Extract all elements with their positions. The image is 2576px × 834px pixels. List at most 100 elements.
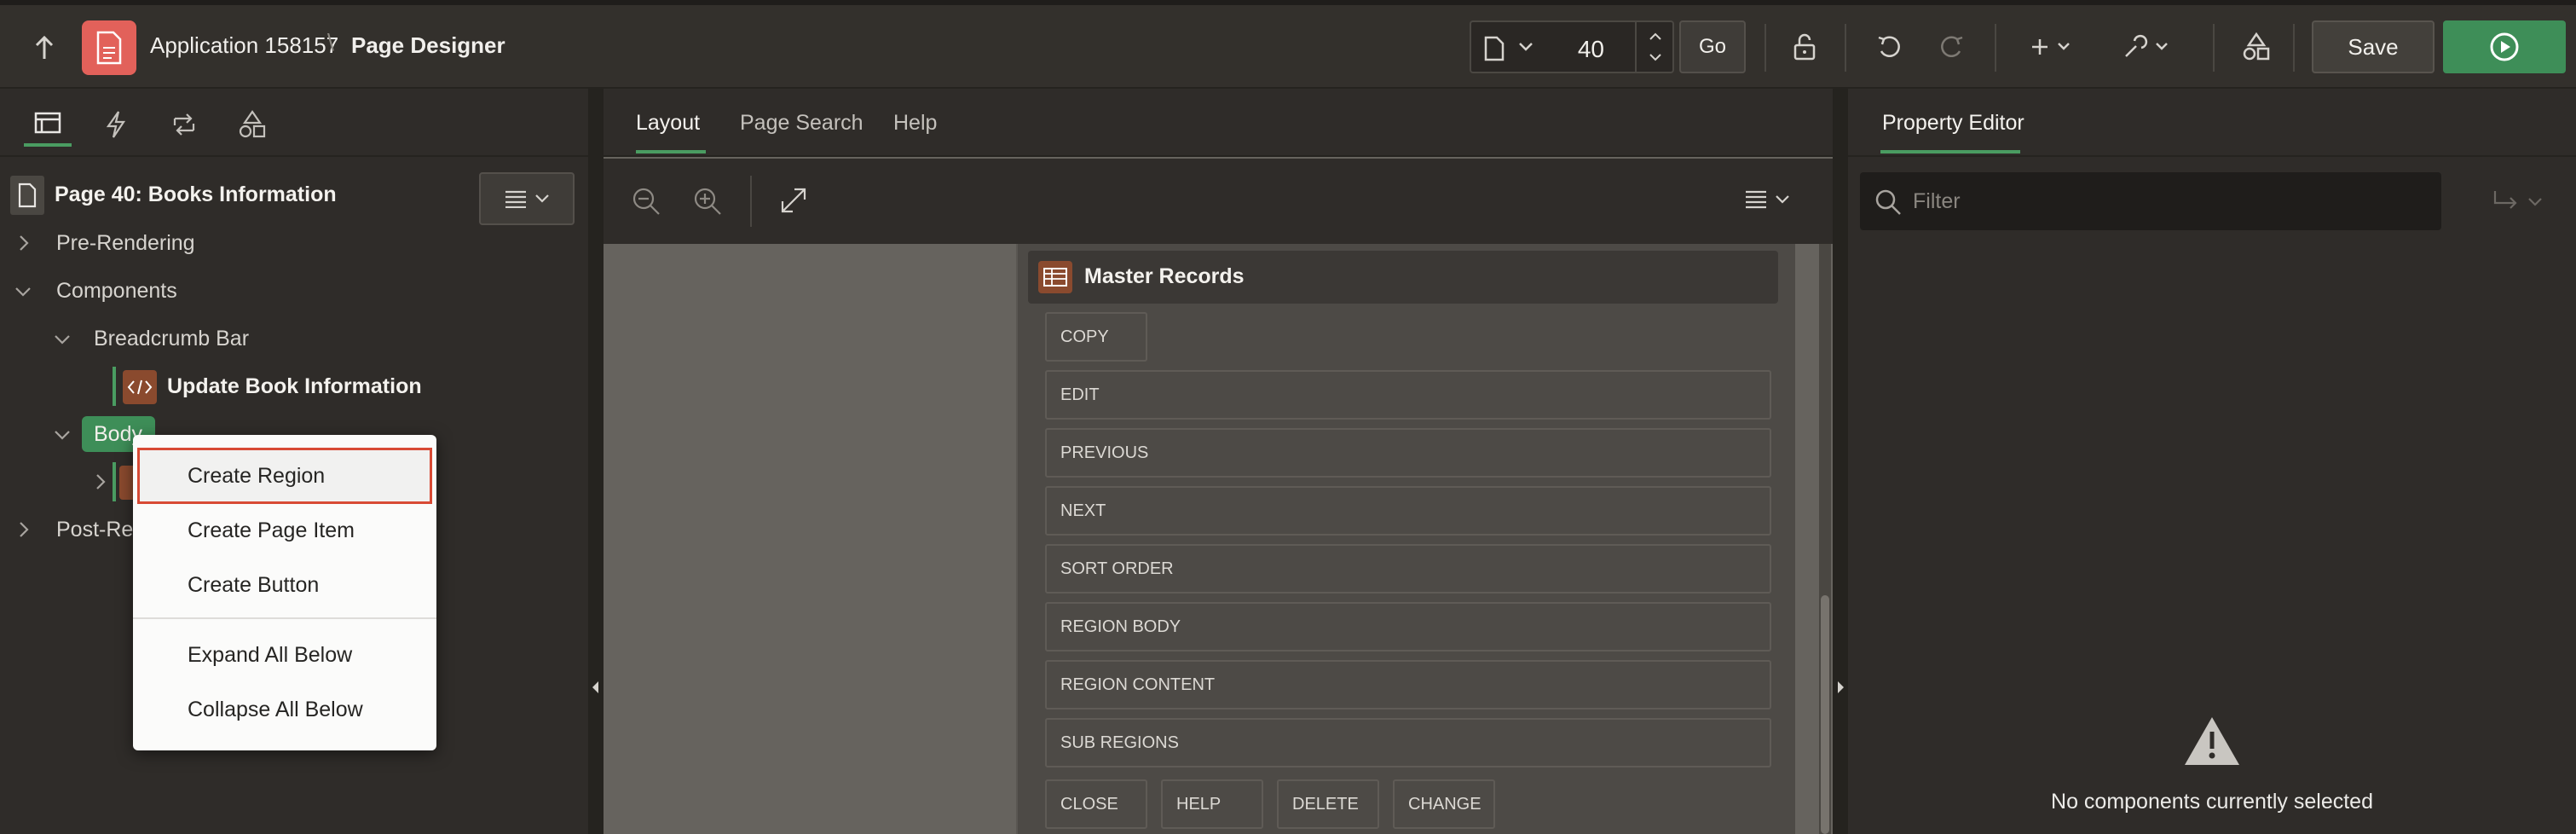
right-tabs: Property Editor (1848, 89, 2576, 157)
app-icon[interactable] (82, 20, 136, 75)
tab-layout[interactable]: Layout (636, 111, 700, 136)
menu-separator (133, 617, 436, 619)
zoom-out-icon[interactable] (631, 186, 661, 217)
slot-edit[interactable]: EDIT (1045, 370, 1771, 420)
chevron-right-icon[interactable] (17, 234, 31, 252)
menu-item-create-button[interactable]: Create Button (140, 559, 430, 611)
tree-node-update-book[interactable]: Update Book Information (167, 367, 422, 406)
undo-button[interactable] (1868, 26, 1911, 68)
active-tab-indicator (636, 150, 706, 153)
toolbar-divider (1765, 24, 1766, 72)
code-tag-icon (127, 379, 153, 395)
menu-item-expand-all-below[interactable]: Expand All Below (140, 629, 430, 681)
toolbar-divider (750, 176, 752, 227)
tree-node-post-rendering[interactable]: Post-Re (56, 510, 133, 549)
slot-sort-order[interactable]: SORT ORDER (1045, 544, 1771, 594)
page-node-title[interactable]: Page 40: Books Information (55, 182, 337, 207)
center-pane: Layout Page Search Help Master Records C… (604, 89, 1833, 834)
shapes-icon (2243, 32, 2270, 61)
run-page-button[interactable] (2443, 20, 2566, 73)
active-tab-indicator (1880, 150, 2020, 153)
tab-dynamic-actions[interactable] (92, 102, 140, 147)
toolbar-divider (1845, 24, 1846, 72)
redo-icon (1941, 36, 1963, 57)
up-arrow-button[interactable] (26, 29, 63, 67)
tree-guide-line (113, 367, 116, 406)
redo-button[interactable] (1930, 26, 1972, 68)
lock-button[interactable] (1783, 26, 1826, 68)
slot-region-content[interactable]: REGION CONTENT (1045, 660, 1771, 709)
create-menu-button[interactable] (2025, 26, 2085, 68)
chevron-down-icon[interactable] (14, 285, 32, 298)
slot-previous[interactable]: PREVIOUS (1045, 428, 1771, 478)
page-node-icon (10, 176, 44, 215)
spinner-arrows-icon (1649, 32, 1661, 61)
tree-node-breadcrumb-bar[interactable]: Breadcrumb Bar (94, 319, 249, 358)
slot-delete[interactable]: DELETE (1277, 779, 1379, 829)
go-to-group-button[interactable] (2482, 181, 2552, 223)
breadcrumb-separator: \ (327, 29, 334, 55)
application-title[interactable]: Application 158157 (150, 32, 338, 59)
tab-rendering[interactable] (24, 102, 72, 147)
filter-field[interactable] (1860, 172, 2441, 230)
table-icon (1043, 268, 1067, 287)
tab-property-editor[interactable]: Property Editor (1882, 111, 2024, 136)
chevron-down-icon[interactable] (53, 333, 72, 346)
utilities-menu-button[interactable] (2119, 26, 2179, 68)
chevron-right-icon[interactable] (17, 520, 31, 539)
rendering-tree-icon (34, 112, 61, 134)
tree-actions-menu-button[interactable] (479, 172, 575, 225)
tab-processing[interactable] (160, 102, 208, 147)
expand-icon[interactable] (779, 186, 808, 215)
chevron-down-icon (2528, 198, 2542, 206)
chevron-right-icon[interactable] (94, 472, 107, 491)
app-page-icon (96, 31, 122, 65)
slot-change[interactable]: CHANGE (1393, 779, 1495, 829)
page-spinner[interactable] (1635, 22, 1672, 72)
slot-region-body[interactable]: REGION BODY (1045, 602, 1771, 652)
shared-components-button[interactable] (2235, 26, 2278, 68)
save-button[interactable]: Save (2312, 20, 2434, 73)
shapes-icon (239, 110, 266, 138)
slot-help[interactable]: HELP (1161, 779, 1263, 829)
region-title: Master Records (1084, 264, 1245, 288)
left-pane-tabs (0, 89, 588, 157)
page-number-selector[interactable]: 40 (1470, 20, 1674, 73)
plus-icon (2032, 39, 2070, 55)
slot-sub-regions[interactable]: SUB REGIONS (1045, 718, 1771, 767)
collapse-left-arrow-icon (592, 681, 598, 693)
toolbar-divider (1995, 24, 1996, 72)
slot-close[interactable]: CLOSE (1045, 779, 1147, 829)
menu-item-create-region[interactable]: Create Region (137, 448, 432, 504)
master-records-region[interactable]: Master Records (1028, 251, 1778, 304)
tree-node-components[interactable]: Components (56, 271, 177, 310)
toolbar-divider (2213, 24, 2215, 72)
slot-copy[interactable]: COPY (1045, 312, 1147, 362)
left-splitter[interactable] (588, 89, 604, 834)
menu-item-create-page-item[interactable]: Create Page Item (140, 505, 430, 556)
chevron-down-icon (535, 194, 549, 203)
canvas-column-line (1016, 244, 1018, 834)
play-circle-icon (2490, 32, 2519, 61)
static-content-icon (123, 370, 157, 404)
menu-item-collapse-all-below[interactable]: Collapse All Below (140, 684, 430, 735)
layout-toolbar (604, 159, 1833, 244)
go-button[interactable]: Go (1679, 20, 1746, 73)
arrow-up-icon (35, 35, 54, 59)
filter-input[interactable] (1913, 184, 2424, 218)
page-number-value[interactable]: 40 (1578, 36, 1604, 63)
menu-lines-icon (505, 190, 526, 208)
tab-page-search[interactable]: Page Search (740, 111, 863, 136)
empty-state-message: No components currently selected (2051, 790, 2373, 814)
canvas-scrollbar-thumb[interactable] (1821, 595, 1829, 834)
right-splitter[interactable] (1833, 89, 1848, 834)
slot-next[interactable]: NEXT (1045, 486, 1771, 536)
chevron-down-icon[interactable] (53, 428, 72, 442)
tab-help[interactable]: Help (893, 111, 937, 136)
search-icon (1875, 189, 1901, 215)
processing-cycle-icon (173, 113, 195, 136)
zoom-in-icon[interactable] (692, 186, 723, 217)
menu-lines-icon[interactable] (1744, 189, 1792, 211)
tab-shared-components[interactable] (228, 102, 276, 147)
tree-node-pre-rendering[interactable]: Pre-Rendering (56, 223, 195, 263)
